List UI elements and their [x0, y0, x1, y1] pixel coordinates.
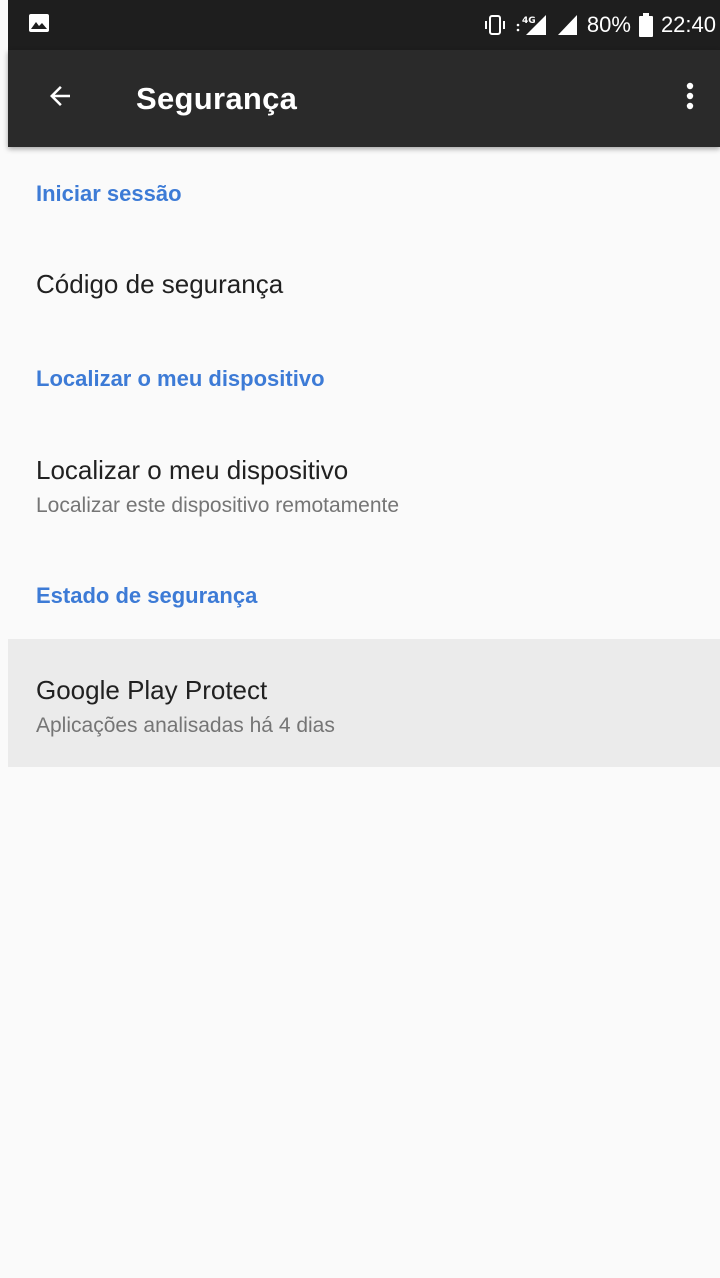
back-button[interactable] — [32, 71, 88, 127]
list-item-title: Código de segurança — [36, 269, 284, 299]
svg-text:4G: 4G — [522, 16, 536, 26]
list-item-subtitle: Localizar este dispositivo remotamente — [36, 494, 400, 517]
battery-icon — [638, 13, 653, 37]
section-header-security-status: Estado de segurança — [36, 583, 258, 608]
image-notification-icon — [28, 13, 50, 38]
list-item-title: Localizar o meu dispositivo — [36, 455, 349, 485]
clock: 22:40 — [660, 12, 716, 37]
more-options-button[interactable] — [674, 71, 706, 127]
list-item-google-play-protect[interactable]: Google Play Protect Aplicações analisada… — [8, 639, 720, 767]
list-item-subtitle: Aplicações analisadas há 4 dias — [36, 714, 335, 737]
list-item-title: Google Play Protect — [36, 675, 268, 705]
section-header-sign-in: Iniciar sessão — [36, 181, 182, 206]
signal-4g-icon: 4G — [515, 13, 549, 37]
app-bar: Segurança — [8, 50, 720, 147]
section-header-find-device: Localizar o meu dispositivo — [36, 366, 325, 391]
vibrate-icon — [483, 14, 507, 36]
list-item-security-code[interactable]: Código de segurança — [8, 269, 720, 329]
list-item-find-my-device[interactable]: Localizar o meu dispositivo Localizar es… — [8, 455, 720, 535]
more-vert-icon — [686, 81, 694, 116]
battery-percent: 80% — [586, 12, 631, 37]
security-settings-screen: 4G 80% 22:40 Segurança Iniciar sessão Có… — [0, 0, 720, 1278]
status-bar: 4G 80% 22:40 — [8, 0, 720, 50]
arrow-back-icon — [45, 81, 75, 116]
page-title: Segurança — [136, 80, 298, 116]
signal-icon — [557, 14, 579, 36]
